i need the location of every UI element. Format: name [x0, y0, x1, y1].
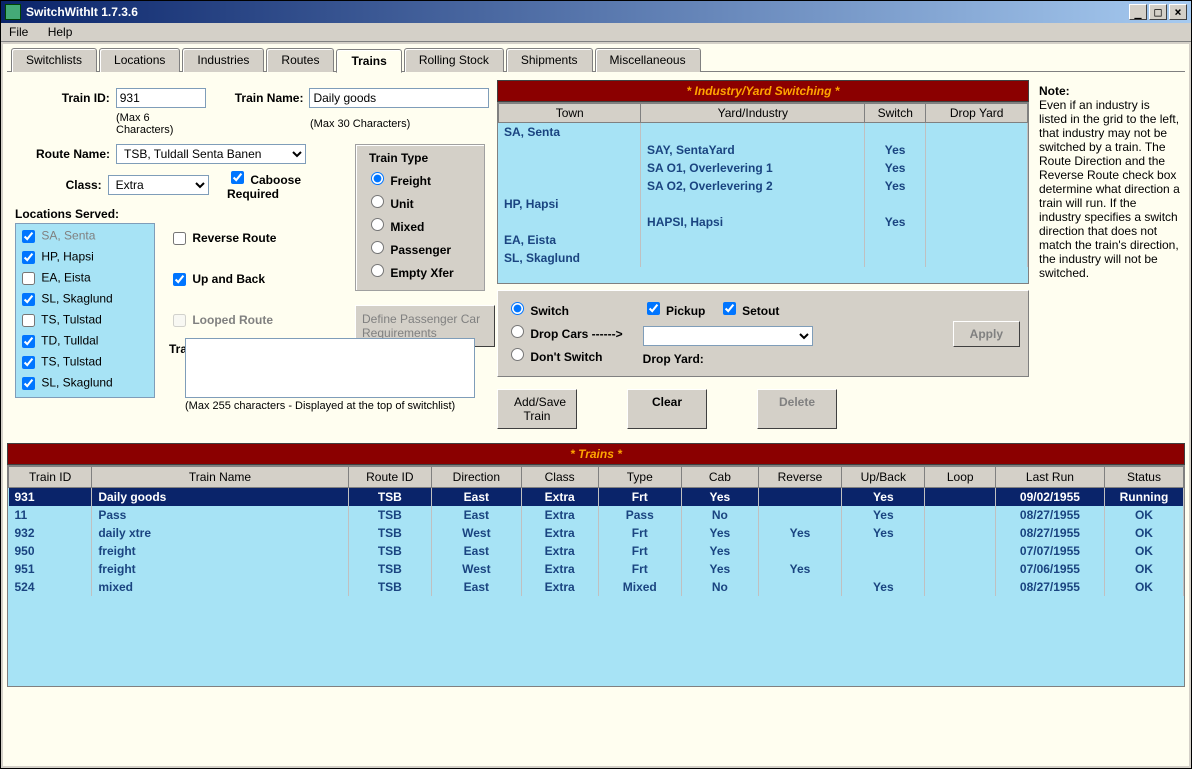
- location-checkbox[interactable]: [22, 251, 35, 264]
- switch-radio-dont[interactable]: Don't Switch: [506, 350, 603, 364]
- menu-file[interactable]: File: [9, 25, 28, 39]
- apply-button[interactable]: Apply: [953, 321, 1020, 347]
- reverse-route-checkbox[interactable]: [173, 232, 186, 245]
- train-id-input[interactable]: [116, 88, 206, 108]
- industry-grid[interactable]: TownYard/IndustrySwitchDrop Yard SA, Sen…: [497, 102, 1029, 284]
- caboose-checkbox[interactable]: [231, 171, 244, 184]
- train-row[interactable]: 950freightTSBEastExtraFrtYes07/07/1955OK: [9, 542, 1184, 560]
- looped-route-label: Looped Route: [169, 313, 273, 327]
- location-checkbox[interactable]: [22, 377, 35, 390]
- tab-locations[interactable]: Locations: [99, 48, 180, 72]
- switch-radio-switch[interactable]: Switch: [506, 304, 569, 318]
- train-type-group: Train Type Freight Unit Mixed Passenger …: [355, 144, 485, 291]
- train-row[interactable]: 931Daily goodsTSBEastExtraFrtYesYes09/02…: [9, 488, 1184, 507]
- setout-label[interactable]: Setout: [719, 304, 780, 318]
- location-checkbox[interactable]: [22, 314, 35, 327]
- menubar: File Help: [1, 23, 1191, 42]
- train-id-hint: (Max 6 Characters): [116, 112, 206, 136]
- main-window: SwitchWithIt 1.7.3.6 _ □ × File Help Swi…: [0, 0, 1192, 769]
- content-area: SwitchlistsLocationsIndustriesRoutesTrai…: [3, 44, 1189, 766]
- drop-cars-select[interactable]: [643, 326, 813, 346]
- pickup-label[interactable]: Pickup: [643, 304, 706, 318]
- note-panel: Note: Even if an industry is listed in t…: [1035, 80, 1185, 429]
- train-id-label: Train ID:: [15, 91, 110, 105]
- locations-served-label: Locations Served:: [15, 207, 345, 221]
- train-type-option[interactable]: Passenger: [366, 243, 451, 257]
- train-row[interactable]: 951freightTSBWestExtraFrtYesYes07/06/195…: [9, 560, 1184, 578]
- window-title: SwitchWithIt 1.7.3.6: [26, 5, 138, 19]
- location-checkbox[interactable]: [22, 230, 35, 243]
- train-type-legend: Train Type: [366, 151, 431, 165]
- delete-button[interactable]: Delete: [757, 389, 837, 429]
- titlebar: SwitchWithIt 1.7.3.6 _ □ ×: [1, 1, 1191, 23]
- minimize-button[interactable]: _: [1129, 4, 1147, 20]
- location-checkbox[interactable]: [22, 356, 35, 369]
- tab-rolling-stock[interactable]: Rolling Stock: [404, 48, 504, 72]
- train-form: Train ID: Train Name: (Max 6 Characters)…: [7, 80, 497, 429]
- close-button[interactable]: ×: [1169, 4, 1187, 20]
- train-name-input[interactable]: [309, 88, 489, 108]
- train-row[interactable]: 932daily xtreTSBWestExtraFrtYesYesYes08/…: [9, 524, 1184, 542]
- trains-grid[interactable]: Train IDTrain NameRoute IDDirectionClass…: [7, 465, 1185, 687]
- train-type-option[interactable]: Unit: [366, 197, 414, 211]
- switch-option-panel: Switch Drop Cars ------> Don't Switch Pi…: [497, 290, 1029, 377]
- up-and-back-label[interactable]: Up and Back: [169, 272, 265, 286]
- locations-list[interactable]: SA, Senta HP, Hapsi EA, Eista SL, Skaglu…: [15, 223, 155, 398]
- trains-grid-header: * Trains *: [7, 443, 1185, 465]
- tab-routes[interactable]: Routes: [266, 48, 334, 72]
- looped-route-checkbox: [173, 314, 186, 327]
- reverse-route-label[interactable]: Reverse Route: [169, 231, 276, 245]
- route-name-label: Route Name:: [15, 147, 110, 161]
- clear-button[interactable]: Clear: [627, 389, 707, 429]
- train-row[interactable]: 11PassTSBEastExtraPassNoYes08/27/1955OK: [9, 506, 1184, 524]
- drop-yard-label: Drop Yard:: [643, 352, 813, 366]
- location-checkbox[interactable]: [22, 335, 35, 348]
- location-checkbox[interactable]: [22, 293, 35, 306]
- train-name-hint: (Max 30 Characters): [310, 118, 410, 130]
- add-save-train-button[interactable]: Add/Save Train: [497, 389, 577, 429]
- tab-miscellaneous[interactable]: Miscellaneous: [595, 48, 701, 72]
- menu-help[interactable]: Help: [48, 25, 73, 39]
- tab-trains[interactable]: Trains: [336, 49, 401, 73]
- industry-grid-header: * Industry/Yard Switching *: [497, 80, 1029, 102]
- comments-hint: (Max 255 characters - Displayed at the t…: [185, 400, 489, 412]
- tab-shipments[interactable]: Shipments: [506, 48, 593, 72]
- caboose-checkbox-label[interactable]: Caboose Required: [227, 168, 345, 201]
- pickup-checkbox[interactable]: [647, 302, 660, 315]
- tab-industries[interactable]: Industries: [182, 48, 264, 72]
- route-name-select[interactable]: TSB, Tuldall Senta Banen: [116, 144, 306, 164]
- note-heading: Note:: [1039, 84, 1181, 98]
- app-icon: [5, 4, 21, 20]
- note-body: Even if an industry is listed in the gri…: [1039, 98, 1181, 280]
- class-select[interactable]: Extra: [108, 175, 209, 195]
- location-checkbox[interactable]: [22, 272, 35, 285]
- tab-switchlists[interactable]: Switchlists: [11, 48, 97, 72]
- train-type-option[interactable]: Empty Xfer: [366, 266, 454, 280]
- switch-radio-drop[interactable]: Drop Cars ------>: [506, 327, 623, 341]
- train-type-option[interactable]: Freight: [366, 174, 431, 188]
- setout-checkbox[interactable]: [723, 302, 736, 315]
- tab-strip: SwitchlistsLocationsIndustriesRoutesTrai…: [11, 48, 1185, 72]
- train-name-label: Train Name:: [224, 91, 304, 105]
- maximize-button[interactable]: □: [1149, 4, 1167, 20]
- train-comments-textarea[interactable]: [185, 338, 475, 398]
- train-type-option[interactable]: Mixed: [366, 220, 424, 234]
- train-row[interactable]: 524mixedTSBEastExtraMixedNoYes08/27/1955…: [9, 578, 1184, 596]
- up-and-back-checkbox[interactable]: [173, 273, 186, 286]
- class-label: Class:: [15, 178, 102, 192]
